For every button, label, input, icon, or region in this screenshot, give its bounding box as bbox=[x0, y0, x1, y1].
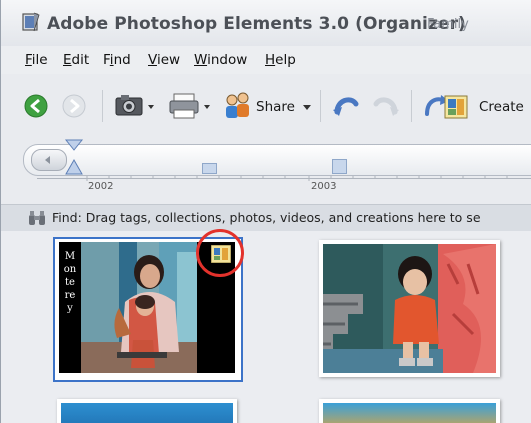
create-label[interactable]: Create bbox=[479, 99, 524, 115]
photo-thumbnail[interactable] bbox=[319, 399, 500, 423]
share-dropdown-icon[interactable] bbox=[301, 86, 313, 126]
photo-image bbox=[323, 403, 496, 423]
timeline-track[interactable] bbox=[23, 144, 531, 176]
camera-import-button[interactable] bbox=[113, 86, 157, 126]
photo-thumbnail[interactable] bbox=[57, 399, 237, 423]
photo-caption-vertical: Monterey bbox=[63, 251, 77, 314]
window-title: Adobe Photoshop Elements 3.0 (Organizer) bbox=[47, 14, 466, 34]
timeline-scroll-left-button[interactable] bbox=[31, 149, 67, 171]
share-label[interactable]: Share bbox=[256, 99, 295, 115]
photo-girl-stairs[interactable] bbox=[323, 244, 496, 373]
forward-button[interactable] bbox=[61, 86, 87, 126]
menu-help[interactable]: Help bbox=[265, 52, 296, 68]
timeline-range-handle[interactable] bbox=[63, 138, 85, 178]
menu-bar: File Edit Find View Window Help bbox=[1, 46, 531, 74]
photo-image bbox=[61, 403, 233, 423]
catalog-name: Family bbox=[427, 17, 469, 32]
share-icon[interactable] bbox=[223, 86, 253, 126]
menu-view[interactable]: View bbox=[148, 52, 180, 68]
rotate-left-button[interactable] bbox=[329, 86, 363, 126]
menu-find[interactable]: Find bbox=[103, 52, 131, 68]
timeline[interactable]: 2002 2003 bbox=[1, 138, 531, 202]
find-bar-hint: Find: Drag tags, collections, photos, vi… bbox=[52, 210, 481, 225]
create-icon[interactable] bbox=[421, 86, 473, 126]
print-button[interactable] bbox=[167, 86, 213, 126]
annotation-highlight-ring bbox=[196, 229, 244, 277]
timeline-year-label: 2002 bbox=[88, 181, 114, 192]
binoculars-icon bbox=[29, 211, 45, 225]
find-bar[interactable]: Find: Drag tags, collections, photos, vi… bbox=[1, 204, 531, 232]
rotate-right-button[interactable] bbox=[369, 86, 403, 126]
timeline-bar[interactable] bbox=[332, 159, 347, 174]
photo-image bbox=[323, 244, 496, 373]
menu-window[interactable]: Window bbox=[194, 52, 247, 68]
organizer-window: Adobe Photoshop Elements 3.0 (Organizer)… bbox=[0, 0, 531, 423]
menu-file[interactable]: File bbox=[25, 52, 48, 68]
menu-edit[interactable]: Edit bbox=[63, 52, 89, 68]
title-bar: Adobe Photoshop Elements 3.0 (Organizer)… bbox=[1, 0, 531, 46]
timeline-bar[interactable] bbox=[202, 163, 217, 174]
timeline-year-label: 2003 bbox=[311, 181, 337, 192]
toolbar: Share Create bbox=[1, 86, 531, 130]
back-button[interactable] bbox=[23, 86, 49, 126]
arrow-left-icon bbox=[45, 156, 50, 164]
app-icon bbox=[22, 12, 40, 32]
